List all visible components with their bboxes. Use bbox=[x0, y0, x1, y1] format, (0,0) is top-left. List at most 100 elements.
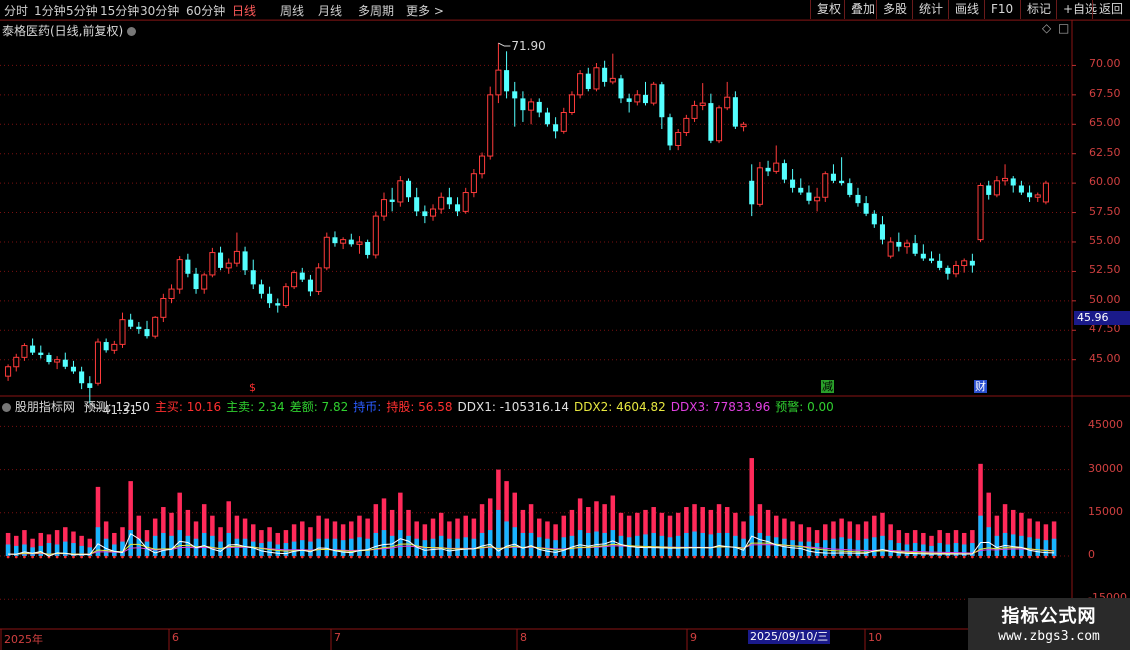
event-marker-finance[interactable]: 财 bbox=[974, 380, 987, 393]
sell-bar bbox=[692, 531, 697, 556]
candle-body-up bbox=[495, 69, 502, 96]
date-axis-label: 2025年 bbox=[4, 633, 43, 646]
sell-bar bbox=[22, 544, 27, 556]
indicator-field-3: 差额: 7.82 bbox=[289, 400, 349, 414]
zero-dot bbox=[840, 555, 844, 559]
zero-dot bbox=[684, 555, 688, 559]
zero-dot bbox=[333, 555, 337, 559]
date-axis-label: 9 bbox=[690, 631, 697, 644]
sell-bar bbox=[528, 532, 534, 556]
zero-dot bbox=[480, 555, 484, 559]
zero-dot bbox=[676, 555, 680, 559]
candle-body-down bbox=[863, 203, 869, 214]
candle-body-down bbox=[986, 185, 992, 195]
zero-dot bbox=[325, 555, 329, 559]
zero-dot bbox=[276, 555, 280, 559]
sell-bar bbox=[30, 547, 35, 556]
indicator-menu-icon[interactable] bbox=[2, 403, 11, 412]
indicator-field-8: DDX3: 77833.96 bbox=[670, 400, 771, 414]
candle-body-down bbox=[365, 241, 371, 255]
zero-dot bbox=[72, 555, 75, 559]
zero-dot bbox=[905, 555, 909, 559]
sell-bar bbox=[365, 538, 370, 556]
zero-dot bbox=[300, 555, 304, 559]
candle-body-up bbox=[94, 341, 102, 384]
zero-dot bbox=[88, 555, 92, 559]
zero-dot bbox=[1052, 555, 1056, 559]
chart-canvas[interactable] bbox=[0, 0, 1130, 650]
candle-body-down bbox=[267, 293, 273, 304]
zero-dot bbox=[586, 555, 590, 559]
candle-body-up bbox=[176, 259, 183, 290]
zero-dot bbox=[23, 555, 26, 559]
sell-bar bbox=[733, 535, 738, 556]
zero-dot bbox=[766, 555, 770, 559]
zero-dot bbox=[783, 555, 786, 559]
zero-dot bbox=[292, 555, 296, 559]
sell-bar bbox=[1010, 534, 1016, 556]
event-marker-dollar[interactable]: $ bbox=[249, 381, 256, 394]
zero-dot bbox=[717, 555, 721, 559]
zero-dot bbox=[913, 555, 917, 559]
sell-bar bbox=[896, 543, 902, 556]
sell-bar bbox=[54, 544, 60, 556]
zero-dot bbox=[979, 555, 982, 559]
indicator-field-7: DDX2: 4604.82 bbox=[573, 400, 666, 414]
candle-body-down bbox=[62, 359, 68, 367]
candle-body-up bbox=[740, 123, 747, 128]
candle-body-down bbox=[937, 260, 943, 268]
diamond-icon[interactable]: ◇ bbox=[1042, 21, 1051, 35]
sell-bar bbox=[1002, 532, 1008, 556]
zero-dot bbox=[897, 555, 901, 559]
zero-dot bbox=[733, 555, 737, 559]
candle-body-down bbox=[585, 73, 591, 89]
sell-bar bbox=[904, 544, 910, 556]
candle-body-down bbox=[144, 329, 150, 337]
zero-dot bbox=[366, 555, 370, 559]
candle-body-up bbox=[887, 241, 894, 257]
sell-bar bbox=[716, 532, 722, 556]
indicator-field-9: 预警: 0.00 bbox=[775, 400, 834, 414]
zero-dot bbox=[341, 555, 345, 559]
restore-icon[interactable]: □ bbox=[1058, 21, 1069, 35]
zero-dot bbox=[137, 555, 141, 559]
candle-body-up bbox=[462, 192, 469, 212]
zero-dot bbox=[268, 555, 271, 559]
event-marker-reduce[interactable]: 减 bbox=[821, 380, 834, 393]
candle-body-up bbox=[372, 215, 379, 256]
candle-body-up bbox=[822, 173, 829, 198]
zero-dot bbox=[112, 555, 116, 559]
watermark-url: www.zbgs3.com bbox=[998, 629, 1100, 644]
candle-body-down bbox=[250, 270, 256, 285]
sell-bar bbox=[332, 538, 338, 556]
zero-dot bbox=[627, 555, 631, 559]
sell-bar bbox=[504, 521, 509, 556]
candle-body-down bbox=[667, 117, 673, 146]
sell-bar bbox=[438, 535, 444, 556]
candle-body-up bbox=[683, 117, 690, 134]
sell-bar bbox=[684, 532, 689, 556]
candle-body-up bbox=[724, 96, 731, 109]
candle-body-up bbox=[201, 274, 208, 290]
sell-bar bbox=[487, 530, 493, 556]
sell-bar bbox=[520, 532, 526, 556]
candle-body-down bbox=[446, 197, 452, 205]
candle-body-down bbox=[128, 319, 134, 327]
candle-body-up bbox=[716, 107, 723, 142]
sell-bar bbox=[553, 540, 558, 556]
candle-body-up bbox=[593, 67, 600, 90]
candle-body-up bbox=[903, 242, 911, 248]
sell-bar bbox=[455, 538, 460, 556]
candle-body-up bbox=[5, 366, 12, 377]
candle-body-up bbox=[993, 180, 1000, 196]
zero-dot bbox=[987, 555, 991, 559]
candle-body-up bbox=[168, 288, 175, 299]
sell-bar bbox=[675, 535, 681, 556]
indicator-field-5: 持股: 56.58 bbox=[386, 400, 453, 414]
zero-dot bbox=[472, 555, 476, 559]
site-watermark: 指标公式网 www.zbgs3.com bbox=[968, 598, 1130, 650]
sell-bar bbox=[512, 527, 517, 556]
candle-body-down bbox=[790, 179, 796, 188]
zero-dot bbox=[464, 555, 468, 559]
zero-dot bbox=[832, 555, 835, 559]
